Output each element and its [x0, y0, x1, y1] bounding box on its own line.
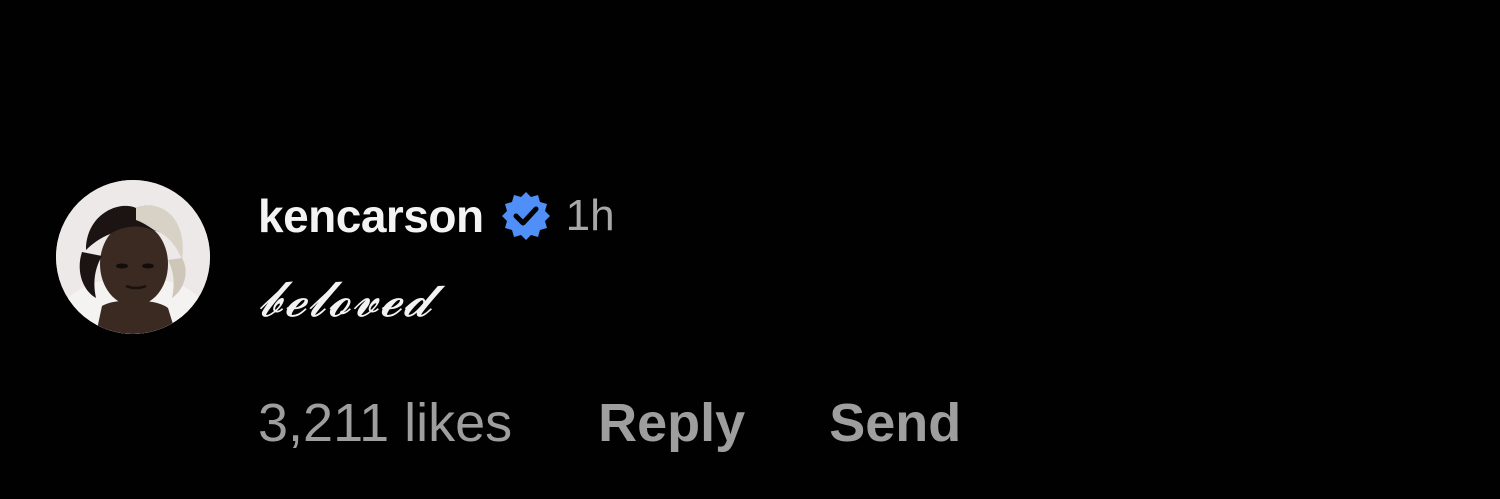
comment-header: kencarson 1h [258, 188, 615, 244]
comment-row: kencarson 1h 𝓫𝓮𝓵𝓸𝓿𝓮𝓭 [56, 180, 615, 334]
comment-screen: kencarson 1h 𝓫𝓮𝓵𝓸𝓿𝓮𝓭 3,211 likes Reply S… [0, 0, 1500, 499]
send-button[interactable]: Send [829, 392, 961, 454]
avatar[interactable] [56, 180, 210, 334]
verified-badge-icon [500, 190, 552, 242]
username[interactable]: kencarson [258, 189, 484, 243]
comment-content: kencarson 1h 𝓫𝓮𝓵𝓸𝓿𝓮𝓭 [258, 188, 615, 329]
timestamp: 1h [565, 191, 615, 240]
comment-actions: 3,211 likes Reply Send [258, 392, 961, 454]
likes-count[interactable]: 3,211 likes [258, 392, 512, 454]
comment-text: 𝓫𝓮𝓵𝓸𝓿𝓮𝓭 [258, 270, 433, 328]
reply-button[interactable]: Reply [598, 392, 745, 454]
avatar-image [56, 180, 210, 334]
